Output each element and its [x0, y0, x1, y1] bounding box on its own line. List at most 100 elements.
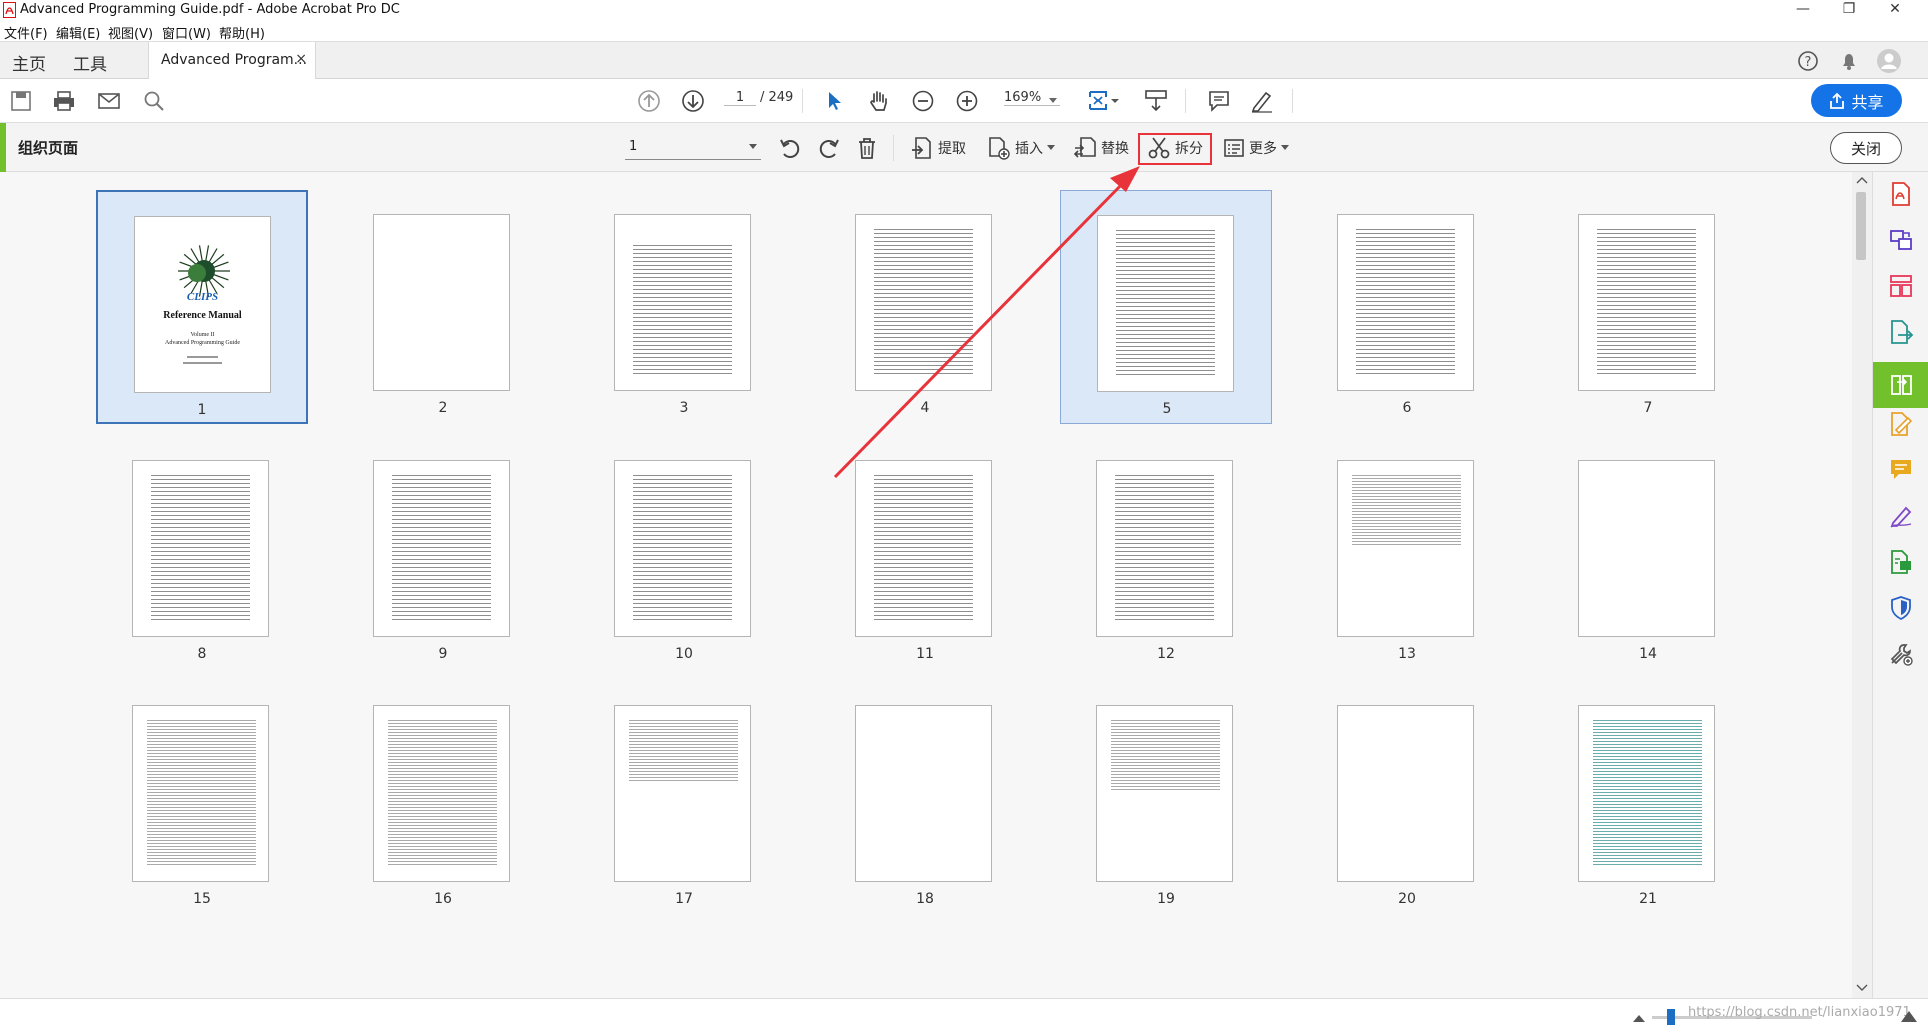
help-icon[interactable]: ?	[1797, 50, 1819, 72]
menu-help[interactable]: 帮助(H)	[219, 23, 265, 42]
page-text-lines	[1593, 720, 1702, 867]
page-thumbnail-15[interactable]: 15	[96, 681, 308, 915]
zoom-dropdown-chevron-icon[interactable]	[1048, 97, 1058, 105]
export-pdf-icon[interactable]	[1887, 318, 1915, 346]
document-tab[interactable]: Advanced Program... ×	[148, 42, 316, 80]
select-cursor-icon[interactable]	[822, 88, 848, 114]
page-thumbnail-5[interactable]: 5	[1060, 190, 1272, 424]
previous-page-icon[interactable]	[636, 88, 662, 114]
page-size-large-icon[interactable]	[1900, 1009, 1918, 1023]
request-signature-icon[interactable]	[1887, 410, 1915, 438]
close-organize-button[interactable]: 关闭	[1830, 132, 1902, 164]
hand-tool-icon[interactable]	[866, 88, 892, 114]
page-thumbnail-3[interactable]: 3	[578, 190, 790, 424]
protect-shield-icon[interactable]	[1887, 594, 1915, 622]
page-thumbnail-9[interactable]: 9	[337, 436, 549, 670]
toolbar-divider	[1185, 89, 1186, 113]
replace-button[interactable]: 替换	[1073, 135, 1129, 161]
search-icon[interactable]	[141, 88, 167, 114]
organize-divider	[893, 135, 894, 161]
rotate-left-button[interactable]	[778, 135, 802, 161]
page-number-label: 15	[193, 891, 211, 907]
zoom-out-icon[interactable]	[910, 88, 936, 114]
account-avatar-icon[interactable]	[1876, 48, 1902, 74]
page-thumbnail-6[interactable]: 6	[1301, 190, 1513, 424]
page-thumbnail-10[interactable]: 10	[578, 436, 790, 670]
page-range-value: 1	[629, 139, 638, 154]
cover-subtitle: Advanced Programming Guide	[165, 340, 240, 346]
next-page-icon[interactable]	[680, 88, 706, 114]
create-pdf-icon[interactable]	[1887, 180, 1915, 208]
page-thumbnail-16[interactable]: 16	[337, 681, 549, 915]
menu-file[interactable]: 文件(F)	[4, 23, 48, 42]
page-thumbnail-7[interactable]: 7	[1542, 190, 1754, 424]
scroll-down-icon[interactable]	[1856, 984, 1868, 992]
page-thumbnail-14[interactable]: 14	[1542, 436, 1754, 670]
fill-and-sign-icon[interactable]	[1887, 502, 1915, 530]
organize-pages-tool-icon[interactable]	[1873, 362, 1928, 408]
print-icon[interactable]	[51, 88, 77, 114]
thumbnail-size-slider-handle[interactable]	[1667, 1009, 1675, 1025]
page-number-label: 4	[920, 400, 930, 416]
save-icon[interactable]	[8, 88, 34, 114]
page-number-label: 10	[675, 646, 693, 662]
add-comment-icon[interactable]	[1887, 456, 1915, 484]
right-tools-panel	[1872, 172, 1928, 998]
page-text-lines	[629, 720, 738, 781]
scroll-up-icon[interactable]	[1856, 176, 1868, 184]
page-number-label: 8	[197, 646, 207, 662]
vertical-scrollbar[interactable]	[1852, 172, 1872, 998]
more-button[interactable]: 更多	[1223, 135, 1289, 161]
window-title: Advanced Programming Guide.pdf - Adobe A…	[20, 2, 400, 17]
nav-home[interactable]: 主页	[12, 50, 46, 75]
page-number-input[interactable]: 1	[724, 90, 756, 106]
more-tools-wrench-icon[interactable]	[1887, 640, 1915, 668]
page-thumbnail-2[interactable]: 2	[337, 190, 549, 424]
rotate-right-button[interactable]	[817, 135, 841, 161]
share-button[interactable]: 共享	[1811, 84, 1902, 117]
minimize-button[interactable]: —	[1780, 0, 1826, 22]
notification-bell-icon[interactable]	[1838, 50, 1860, 72]
page-range-select[interactable]: 1	[625, 136, 761, 160]
email-icon[interactable]	[96, 88, 122, 114]
insert-button[interactable]: 插入	[987, 135, 1055, 161]
page-thumbnail-13[interactable]: 13	[1301, 436, 1513, 670]
page-thumbnail-21[interactable]: 21	[1542, 681, 1754, 915]
page-thumbnail-19[interactable]: 19	[1060, 681, 1272, 915]
page-preview	[1096, 460, 1233, 637]
edit-pdf-icon[interactable]	[1887, 272, 1915, 300]
page-thumbnail-17[interactable]: 17	[578, 681, 790, 915]
comment-icon[interactable]	[1206, 88, 1232, 114]
nav-tools[interactable]: 工具	[73, 50, 107, 75]
document-tab-close-icon[interactable]: ×	[295, 51, 307, 67]
share-label: 共享	[1851, 92, 1884, 112]
zoom-in-icon[interactable]	[954, 88, 980, 114]
page-preview	[1097, 215, 1234, 392]
page-thumbnail-18[interactable]: 18	[819, 681, 1031, 915]
page-thumbnail-8[interactable]: 8	[96, 436, 308, 670]
page-preview	[1578, 705, 1715, 882]
menu-view[interactable]: 视图(V)	[108, 23, 153, 42]
highlight-pen-icon[interactable]	[1249, 88, 1275, 114]
page-thumbnail-20[interactable]: 20	[1301, 681, 1513, 915]
combine-files-icon[interactable]	[1887, 226, 1915, 254]
extract-button[interactable]: 提取	[910, 135, 966, 161]
split-highlight-box	[1138, 133, 1212, 165]
send-for-review-icon[interactable]	[1887, 548, 1915, 576]
page-thumbnail-12[interactable]: 12	[1060, 436, 1272, 670]
page-preview	[1337, 214, 1474, 391]
scrollbar-thumb[interactable]	[1856, 192, 1866, 260]
page-thumbnail-11[interactable]: 11	[819, 436, 1031, 670]
delete-page-button[interactable]	[856, 135, 878, 161]
page-thumbnail-1[interactable]: CLIPS Reference Manual Volume II Advanced P…	[96, 190, 308, 424]
page-number-label: 2	[438, 400, 448, 416]
menu-edit[interactable]: 编辑(E)	[56, 23, 100, 42]
page-thumbnail-4[interactable]: 4	[819, 190, 1031, 424]
restore-button[interactable]: ❐	[1826, 0, 1872, 22]
window-close-button[interactable]: ✕	[1872, 0, 1918, 22]
fit-page-icon[interactable]	[1086, 88, 1122, 114]
scroll-mode-icon[interactable]	[1143, 88, 1169, 114]
replace-page-icon	[1073, 137, 1096, 158]
page-size-small-icon[interactable]	[1632, 1013, 1646, 1023]
menu-window[interactable]: 窗口(W)	[162, 23, 211, 42]
